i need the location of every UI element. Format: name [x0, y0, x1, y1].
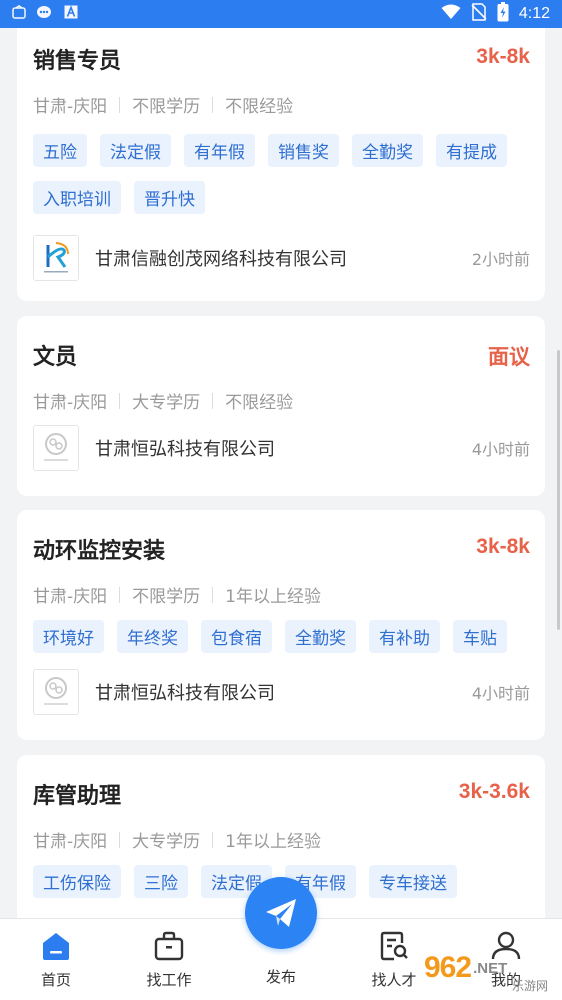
job-title: 动环监控安装: [33, 539, 166, 564]
job-salary: 3k-8k: [476, 535, 530, 558]
job-meta: 甘肃-庆阳 不限学历 不限经验: [33, 92, 293, 117]
app-notification-icon: [12, 4, 26, 23]
job-card[interactable]: 销售专员 3k-8k 甘肃-庆阳 不限学历 不限经验 五险 法定假 有年假 销售…: [17, 28, 545, 301]
job-tag: 销售奖: [268, 134, 339, 167]
site-watermark: 962 .NET 乐游网: [424, 942, 554, 994]
logo-placeholder-icon: [44, 677, 68, 705]
meta-divider: [212, 392, 214, 409]
tab-find-job[interactable]: 找工作: [119, 919, 219, 1000]
job-location: 甘肃-庆阳: [33, 832, 108, 852]
meta-divider: [119, 96, 121, 113]
company-logo: [33, 235, 79, 281]
wifi-icon: [441, 4, 461, 24]
meta-divider: [119, 831, 121, 848]
company-row[interactable]: 甘肃恒弘科技有限公司 4小时前: [33, 425, 530, 471]
job-experience: 1年以上经验: [225, 587, 321, 607]
job-tag: 五险: [33, 134, 87, 167]
company-row[interactable]: 甘肃信融创茂网络科技有限公司 2小时前: [33, 235, 530, 281]
company-logo: [33, 425, 79, 471]
job-salary: 3k-8k: [476, 45, 530, 68]
status-notifications: [12, 4, 78, 23]
no-sim-icon: [471, 3, 487, 25]
job-title: 库管助理: [33, 784, 122, 809]
job-tag: 有提成: [436, 134, 507, 167]
job-experience: 1年以上经验: [225, 832, 321, 852]
job-location: 甘肃-庆阳: [33, 393, 108, 413]
job-tag: 三险: [134, 865, 188, 898]
job-location: 甘肃-庆阳: [33, 587, 108, 607]
job-salary: 面议: [488, 346, 530, 369]
job-tag: 有年假: [184, 134, 255, 167]
job-experience: 不限经验: [225, 393, 294, 413]
job-tag: 环境好: [33, 620, 104, 653]
status-bar: 4:12: [0, 0, 562, 28]
job-card[interactable]: 动环监控安装 3k-8k 甘肃-庆阳 不限学历 1年以上经验 环境好 年终奖 包…: [17, 510, 545, 740]
job-meta: 甘肃-庆阳 不限学历 1年以上经验: [33, 582, 321, 607]
post-time: 4小时前: [471, 684, 530, 703]
watermark-sub: 乐游网: [511, 979, 548, 993]
company-name: 甘肃恒弘科技有限公司: [95, 439, 275, 460]
job-tag: 全勤奖: [285, 620, 356, 653]
job-tag: 包食宿: [201, 620, 272, 653]
job-salary: 3k-3.6k: [458, 780, 530, 803]
job-location: 甘肃-庆阳: [33, 97, 108, 117]
company-name: 甘肃恒弘科技有限公司: [95, 683, 275, 704]
tab-home[interactable]: 首页: [6, 919, 106, 1000]
tab-find-job-label: 找工作: [146, 971, 192, 989]
meta-divider: [212, 96, 214, 113]
chat-notification-icon: [36, 5, 54, 23]
job-tag: 全勤奖: [352, 134, 423, 167]
job-title: 文员: [33, 345, 78, 370]
company-row[interactable]: 甘肃恒弘科技有限公司 4小时前: [33, 669, 530, 715]
meta-divider: [212, 831, 214, 848]
job-education: 不限学历: [132, 587, 201, 607]
publish-label: 发布: [265, 968, 296, 986]
scrollbar[interactable]: [557, 350, 560, 630]
company-logo-icon: [44, 242, 69, 273]
job-tags: 环境好 年终奖 包食宿 全勤奖 有补助 车贴: [33, 620, 533, 653]
briefcase-icon: [154, 931, 184, 961]
job-title: 销售专员: [33, 49, 122, 74]
job-tags: 五险 法定假 有年假 销售奖 全勤奖 有提成 入职培训 晋升快: [33, 134, 533, 214]
talent-search-icon: [380, 931, 408, 961]
job-tag: 专车接送: [369, 865, 457, 898]
tab-home-label: 首页: [40, 971, 71, 989]
job-meta: 甘肃-庆阳 大专学历 不限经验: [33, 388, 293, 413]
job-education: 不限学历: [132, 97, 201, 117]
job-education: 大专学历: [132, 393, 201, 413]
watermark-main: 962: [424, 951, 472, 984]
job-card[interactable]: 文员 面议 甘肃-庆阳 大专学历 不限经验 甘肃恒弘科技有限公司 4小时前: [17, 316, 545, 496]
tab-find-talent-label: 找人才: [371, 971, 417, 989]
post-time: 4小时前: [471, 440, 530, 459]
post-time: 2小时前: [471, 250, 530, 269]
logo-placeholder-icon: [44, 433, 68, 461]
meta-divider: [119, 392, 121, 409]
job-experience: 不限经验: [225, 97, 294, 117]
job-tag: 有补助: [369, 620, 440, 653]
a-notification-icon: [64, 5, 78, 23]
meta-divider: [119, 586, 121, 603]
home-icon: [43, 933, 69, 960]
watermark-net: .NET: [473, 959, 508, 977]
job-tag: 工伤保险: [33, 865, 121, 898]
job-tag: 入职培训: [33, 181, 121, 214]
job-tag: 法定假: [100, 134, 171, 167]
company-logo: [33, 669, 79, 715]
status-time: 4:12: [518, 5, 550, 22]
meta-divider: [212, 586, 214, 603]
job-meta: 甘肃-庆阳 大专学历 1年以上经验: [33, 827, 321, 852]
job-education: 大专学历: [132, 832, 201, 852]
job-tag: 晋升快: [134, 181, 205, 214]
battery-icon: [497, 2, 509, 26]
job-tag: 车贴: [453, 620, 507, 653]
job-list[interactable]: 销售专员 3k-8k 甘肃-庆阳 不限学历 不限经验 五险 法定假 有年假 销售…: [0, 28, 562, 918]
job-tag: 年终奖: [117, 620, 188, 653]
paper-plane-icon: [266, 899, 296, 927]
company-name: 甘肃信融创茂网络科技有限公司: [95, 249, 347, 270]
publish-button[interactable]: [245, 877, 317, 949]
